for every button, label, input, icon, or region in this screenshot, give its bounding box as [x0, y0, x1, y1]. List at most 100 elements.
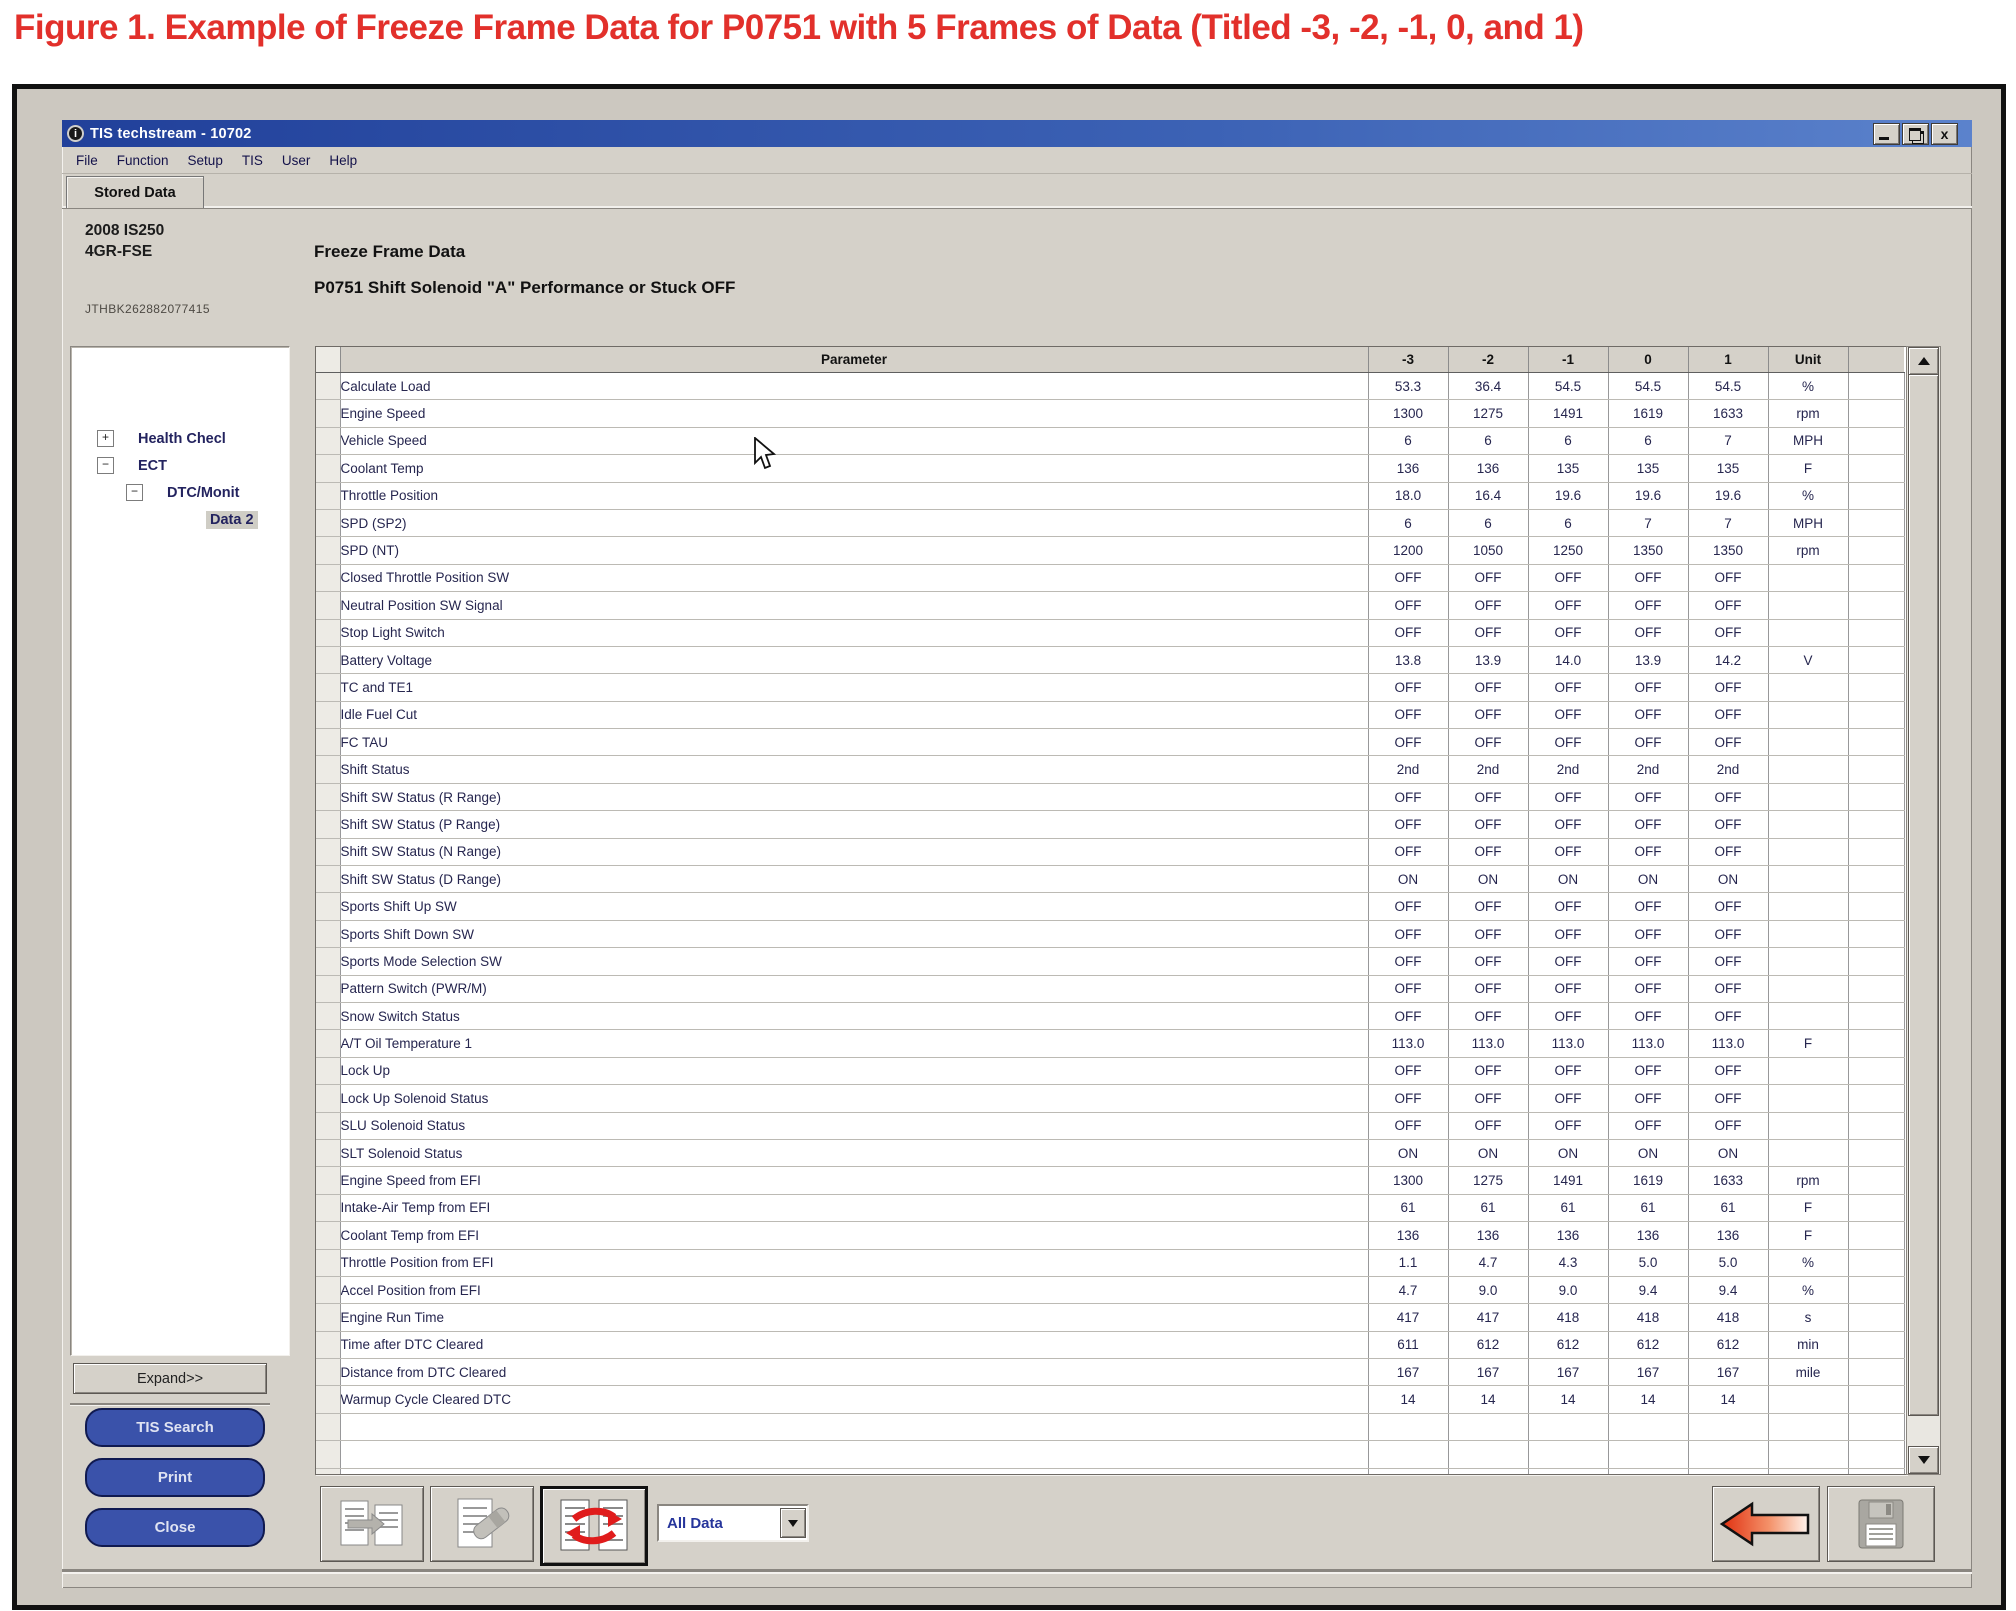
- tree-item-dtc-monit[interactable]: −DTC/Monit: [71, 479, 289, 506]
- row-filler: [1848, 592, 1904, 619]
- value-cell: OFF: [1368, 1112, 1448, 1139]
- data-log-button[interactable]: [430, 1486, 534, 1562]
- table-row[interactable]: Coolant Temp from EFI136136136136136F: [316, 1222, 1904, 1249]
- table-row[interactable]: Idle Fuel CutOFFOFFOFFOFFOFF: [316, 701, 1904, 728]
- table-row[interactable]: Stop Light SwitchOFFOFFOFFOFFOFF: [316, 619, 1904, 646]
- row-gutter: [316, 646, 340, 673]
- table-row[interactable]: Battery Voltage13.813.914.013.914.2V: [316, 646, 1904, 673]
- table-row[interactable]: Engine Run Time417417418418418s: [316, 1304, 1904, 1331]
- table-row[interactable]: Lock Up Solenoid StatusOFFOFFOFFOFFOFF: [316, 1085, 1904, 1112]
- tree-item-health-checl[interactable]: +Health Checl: [71, 425, 289, 452]
- parameter-cell: Snow Switch Status: [340, 1002, 1368, 1029]
- value-cell: OFF: [1608, 1057, 1688, 1084]
- table-row[interactable]: Sports Mode Selection SWOFFOFFOFFOFFOFF: [316, 948, 1904, 975]
- table-row[interactable]: Engine Speed13001275149116191633rpm: [316, 400, 1904, 427]
- table-row[interactable]: Shift SW Status (R Range)OFFOFFOFFOFFOFF: [316, 783, 1904, 810]
- unit-cell: mile: [1768, 1359, 1848, 1386]
- table-row[interactable]: SPD (NT)12001050125013501350rpm: [316, 537, 1904, 564]
- print-button[interactable]: Print: [85, 1458, 265, 1497]
- table-row[interactable]: Coolant Temp136136135135135F: [316, 455, 1904, 482]
- table-row[interactable]: Lock UpOFFOFFOFFOFFOFF: [316, 1057, 1904, 1084]
- menu-item-tis[interactable]: TIS: [237, 151, 268, 170]
- table-row[interactable]: Distance from DTC Cleared167167167167167…: [316, 1359, 1904, 1386]
- tab-stored-data[interactable]: Stored Data: [66, 176, 204, 208]
- table-row[interactable]: Intake-Air Temp from EFI6161616161F: [316, 1194, 1904, 1221]
- table-row[interactable]: Shift Status2nd2nd2nd2nd2nd: [316, 756, 1904, 783]
- table-row[interactable]: Shift SW Status (N Range)OFFOFFOFFOFFOFF: [316, 838, 1904, 865]
- table-row[interactable]: SLU Solenoid StatusOFFOFFOFFOFFOFF: [316, 1112, 1904, 1139]
- table-empty-row[interactable]: [316, 1468, 1904, 1475]
- window-titlebar[interactable]: i TIS techstream - 10702 x: [62, 120, 1972, 147]
- close-button[interactable]: x: [1931, 123, 1958, 145]
- value-cell: OFF: [1608, 838, 1688, 865]
- row-filler: [1848, 455, 1904, 482]
- table-row[interactable]: Engine Speed from EFI1300127514911619163…: [316, 1167, 1904, 1194]
- value-cell: 135: [1528, 455, 1608, 482]
- table-row[interactable]: Throttle Position from EFI1.14.74.35.05.…: [316, 1249, 1904, 1276]
- minimize-button[interactable]: [1873, 123, 1900, 145]
- table-row[interactable]: Sports Shift Down SWOFFOFFOFFOFFOFF: [316, 920, 1904, 947]
- table-row[interactable]: Neutral Position SW SignalOFFOFFOFFOFFOF…: [316, 592, 1904, 619]
- unit-cell: F: [1768, 1194, 1848, 1221]
- scroll-up-button[interactable]: [1908, 347, 1939, 375]
- value-cell: OFF: [1528, 619, 1608, 646]
- tree-item-data-2[interactable]: Data 2: [71, 506, 289, 533]
- menu-item-help[interactable]: Help: [324, 151, 362, 170]
- value-cell: 1633: [1688, 400, 1768, 427]
- table-empty-row[interactable]: [316, 1413, 1904, 1440]
- expand-button[interactable]: Expand>>: [73, 1363, 267, 1394]
- table-row[interactable]: FC TAUOFFOFFOFFOFFOFF: [316, 729, 1904, 756]
- row-gutter: [316, 893, 340, 920]
- table-row[interactable]: Time after DTC Cleared611612612612612min: [316, 1331, 1904, 1358]
- data-filter-dropdown[interactable]: All Data: [657, 1504, 809, 1542]
- menu-item-setup[interactable]: Setup: [183, 151, 228, 170]
- collapse-box-icon[interactable]: −: [97, 457, 114, 474]
- parameter-cell: Throttle Position: [340, 482, 1368, 509]
- back-button[interactable]: [1712, 1486, 1820, 1562]
- table-row[interactable]: Accel Position from EFI4.79.09.09.49.4%: [316, 1276, 1904, 1303]
- value-cell: 1.1: [1368, 1249, 1448, 1276]
- table-row[interactable]: Pattern Switch (PWR/M)OFFOFFOFFOFFOFF: [316, 975, 1904, 1002]
- table-row[interactable]: Shift SW Status (P Range)OFFOFFOFFOFFOFF: [316, 811, 1904, 838]
- tree-item-ect[interactable]: −ECT: [71, 452, 289, 479]
- save-button[interactable]: [1827, 1486, 1935, 1562]
- table-empty-row[interactable]: [316, 1441, 1904, 1468]
- scroll-down-button[interactable]: [1908, 1446, 1939, 1474]
- tis-search-button[interactable]: TIS Search: [85, 1408, 265, 1447]
- table-row[interactable]: Calculate Load53.336.454.554.554.5%: [316, 373, 1904, 400]
- unit-cell: F: [1768, 1030, 1848, 1057]
- menu-item-file[interactable]: File: [71, 151, 103, 170]
- parameter-cell: Coolant Temp from EFI: [340, 1222, 1368, 1249]
- unit-cell: [1768, 1441, 1848, 1468]
- value-cell: 13.9: [1608, 646, 1688, 673]
- scrollbar-thumb[interactable]: [1908, 374, 1939, 1416]
- table-row[interactable]: Shift SW Status (D Range)ONONONONON: [316, 866, 1904, 893]
- restore-button[interactable]: [1902, 123, 1929, 145]
- value-cell: 167: [1528, 1359, 1608, 1386]
- menu-item-user[interactable]: User: [277, 151, 316, 170]
- chevron-down-icon[interactable]: [780, 1508, 806, 1538]
- split-report-button[interactable]: [320, 1486, 424, 1562]
- table-row[interactable]: SLT Solenoid StatusONONONONON: [316, 1139, 1904, 1166]
- table-row[interactable]: Warmup Cycle Cleared DTC1414141414: [316, 1386, 1904, 1413]
- table-row[interactable]: Throttle Position18.016.419.619.619.6%: [316, 482, 1904, 509]
- expand-box-icon[interactable]: +: [97, 430, 114, 447]
- value-cell: 7: [1608, 509, 1688, 536]
- table-row[interactable]: TC and TE1OFFOFFOFFOFFOFF: [316, 674, 1904, 701]
- parameter-cell: Time after DTC Cleared: [340, 1331, 1368, 1358]
- window-title: TIS techstream - 10702: [90, 126, 252, 142]
- close-button[interactable]: Close: [85, 1508, 265, 1547]
- compare-data-button[interactable]: [540, 1486, 648, 1566]
- collapse-box-icon[interactable]: −: [126, 484, 143, 501]
- table-row[interactable]: Snow Switch StatusOFFOFFOFFOFFOFF: [316, 1002, 1904, 1029]
- menu-item-function[interactable]: Function: [112, 151, 174, 170]
- value-cell: OFF: [1368, 838, 1448, 865]
- parameter-cell: Idle Fuel Cut: [340, 701, 1368, 728]
- table-row[interactable]: Vehicle Speed66667MPH: [316, 427, 1904, 454]
- value-cell: ON: [1608, 1139, 1688, 1166]
- table-scrollbar[interactable]: [1906, 346, 1941, 1475]
- table-row[interactable]: A/T Oil Temperature 1113.0113.0113.0113.…: [316, 1030, 1904, 1057]
- table-row[interactable]: SPD (SP2)66677MPH: [316, 509, 1904, 536]
- table-row[interactable]: Closed Throttle Position SWOFFOFFOFFOFFO…: [316, 564, 1904, 591]
- table-row[interactable]: Sports Shift Up SWOFFOFFOFFOFFOFF: [316, 893, 1904, 920]
